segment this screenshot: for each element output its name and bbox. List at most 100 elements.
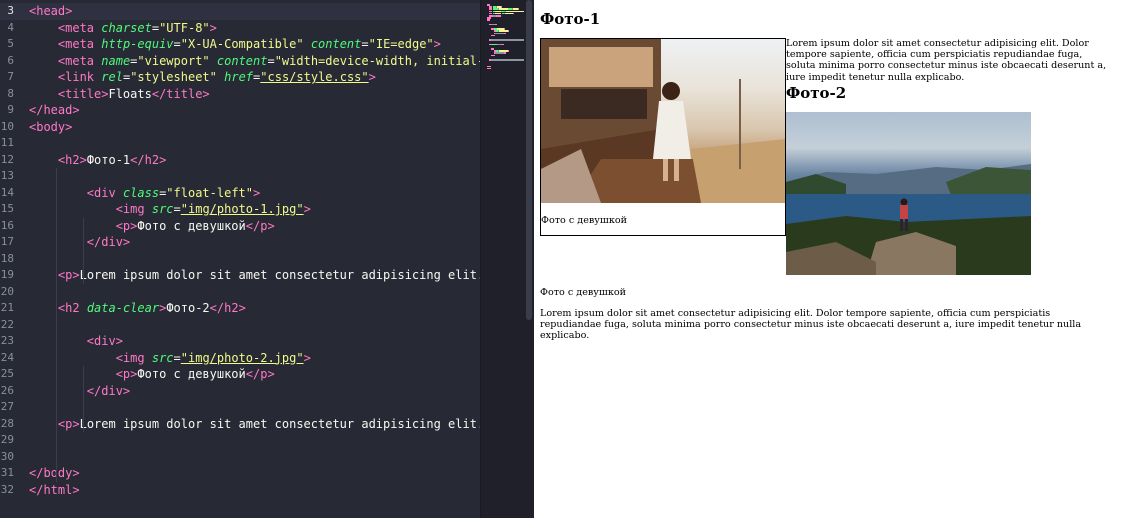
code-line[interactable]: 26 </div> xyxy=(0,383,480,400)
photo-1-heading: Фото-1 xyxy=(540,10,601,28)
minimap-token xyxy=(490,39,524,41)
minimap-token xyxy=(487,19,491,21)
line-number: 10 xyxy=(0,119,14,133)
line-number: 16 xyxy=(0,218,14,232)
code-line[interactable]: 20 xyxy=(0,284,480,301)
line-number: 18 xyxy=(0,251,14,265)
code-area[interactable]: 3 <head> 4 <meta charset="UTF-8"> 5 <meta h… xyxy=(0,0,480,518)
paragraph-2: Lorem ipsum dolor sit amet consectetur a… xyxy=(540,308,1082,342)
minimap-token xyxy=(487,67,491,70)
code-line[interactable]: 31 </body> xyxy=(0,465,480,482)
minimap-token xyxy=(490,59,524,61)
minimap-token xyxy=(504,12,513,15)
line-number: 24 xyxy=(0,350,14,364)
indent-guide xyxy=(83,217,84,284)
code-line[interactable]: 21 <h2 data-clear>Фото-2</h2> xyxy=(0,300,480,317)
code-line[interactable]: 16 <p>Фото с девушкой</p> xyxy=(0,218,480,235)
minimap-token xyxy=(507,30,509,32)
line-number: 23 xyxy=(0,334,14,347)
code-line[interactable]: 24 <img src="img/photo-2.jpg"> xyxy=(0,350,480,367)
code-line[interactable]: 17 </div> xyxy=(0,234,480,251)
line-number: 27 xyxy=(0,400,14,413)
line-number: 12 xyxy=(0,152,14,166)
code-text: </html> xyxy=(29,482,80,497)
line-number: 17 xyxy=(0,235,14,248)
code-text: <title>Floats</title> xyxy=(57,86,210,101)
code-line[interactable]: 14 <div class="float-left"> xyxy=(0,185,480,202)
float-left-figure: Фото с девушкой xyxy=(540,38,786,236)
code-line[interactable]: 28 <p>Lorem ipsum dolor sit amet consect… xyxy=(0,416,480,433)
code-text: <img src="img/photo-2.jpg"> xyxy=(115,350,311,365)
minimap-token xyxy=(500,43,504,46)
minimap-token xyxy=(503,52,506,54)
minimap-token xyxy=(496,15,501,17)
code-line[interactable]: 25 <p>Фото с девушкой</p> xyxy=(0,366,480,383)
code-line[interactable]: 23 <div> xyxy=(0,333,480,350)
code-line[interactable]: 27 xyxy=(0,399,480,416)
line-number: 13 xyxy=(0,169,14,182)
code-line[interactable]: 15 <img src="img/photo-1.jpg"> xyxy=(0,201,480,218)
code-line[interactable]: 13 xyxy=(0,168,480,185)
minimap-token xyxy=(503,32,506,35)
code-editor[interactable]: 3 <head> 4 <meta charset="UTF-8"> 5 <meta h… xyxy=(0,0,480,518)
code-line[interactable]: 7 <link rel="stylesheet" href="css/style… xyxy=(0,69,480,86)
photo-2-image xyxy=(786,112,1031,275)
line-number: 7 xyxy=(7,70,14,83)
line-number: 26 xyxy=(0,383,14,397)
code-line[interactable]: 18 xyxy=(0,251,480,268)
code-line[interactable]: 32 </html> xyxy=(0,482,480,499)
indent-guide xyxy=(56,333,57,482)
code-line[interactable]: 3 <head> xyxy=(0,3,480,20)
code-line[interactable]: 4 <meta charset="UTF-8"> xyxy=(0,20,480,37)
photo-2-illustration xyxy=(786,164,1031,275)
code-text: <p>Lorem ipsum dolor sit amet consectetu… xyxy=(57,416,480,431)
photo-2-heading: Фото-2 xyxy=(786,84,847,102)
code-line[interactable]: 12 <h2>Фото-1</h2> xyxy=(0,152,480,169)
code-text: <h2 data-clear>Фото-2</h2> xyxy=(57,301,246,315)
line-number: 6 xyxy=(7,53,14,67)
line-number: 11 xyxy=(0,136,14,149)
code-text: </div> xyxy=(86,235,131,249)
code-text: <h2>Фото-1</h2> xyxy=(57,152,167,167)
photo-2-caption: Фото с девушкой xyxy=(540,287,627,298)
line-number: 3 xyxy=(7,4,14,17)
code-text: <p>Фото с девушкой</p> xyxy=(115,367,275,381)
code-text: <p>Фото с девушкой</p> xyxy=(115,218,275,233)
code-line[interactable]: 8 <title>Floats</title> xyxy=(0,86,480,103)
line-number: 8 xyxy=(7,86,14,100)
code-text: <p>Lorem ipsum dolor sit amet consectetu… xyxy=(57,268,480,282)
code-line[interactable]: 22 xyxy=(0,317,480,334)
line-number: 22 xyxy=(0,317,14,331)
code-text: <div class="float-left"> xyxy=(86,185,261,200)
editor-scrollbar[interactable] xyxy=(526,0,532,320)
code-text: <meta name="viewport" content="width=dev… xyxy=(57,53,480,68)
minimap-token xyxy=(495,32,504,35)
code-line[interactable]: 29 xyxy=(0,432,480,449)
code-text: <body> xyxy=(29,119,73,134)
code-line[interactable]: 19 <p>Lorem ipsum dolor sit amet consect… xyxy=(0,267,480,284)
code-line[interactable]: 11 xyxy=(0,135,480,152)
line-number: 21 xyxy=(0,301,14,314)
code-text: </div> xyxy=(86,383,131,398)
line-number: 4 xyxy=(7,20,14,34)
code-text: </head> xyxy=(29,103,80,117)
code-text: <link rel="stylesheet" href="css/style.c… xyxy=(57,70,376,84)
line-number: 14 xyxy=(0,185,14,199)
line-number: 5 xyxy=(7,37,14,50)
minimap-token xyxy=(494,23,498,26)
code-line[interactable]: 10 <body> xyxy=(0,119,480,136)
code-line[interactable]: 30 xyxy=(0,449,480,466)
line-number: 30 xyxy=(0,449,14,463)
code-text: <head> xyxy=(29,4,73,18)
code-line[interactable]: 9 </head> xyxy=(0,102,480,119)
code-line[interactable]: 6 <meta name="viewport" content="width=d… xyxy=(0,53,480,70)
browser-preview: Фото-1 Фото с девушкой Lorem ipsum dolor… xyxy=(534,0,1122,518)
code-text: <div> xyxy=(86,334,123,348)
code-text: </body> xyxy=(29,466,80,480)
minimap-token xyxy=(507,50,509,52)
photo-1-image xyxy=(541,39,785,203)
paragraph-1: Lorem ipsum dolor sit amet consectetur a… xyxy=(786,38,1107,83)
line-number: 25 xyxy=(0,367,14,380)
code-line[interactable]: 5 <meta http-equiv="X-UA-Compatible" con… xyxy=(0,36,480,53)
line-number: 29 xyxy=(0,433,14,446)
